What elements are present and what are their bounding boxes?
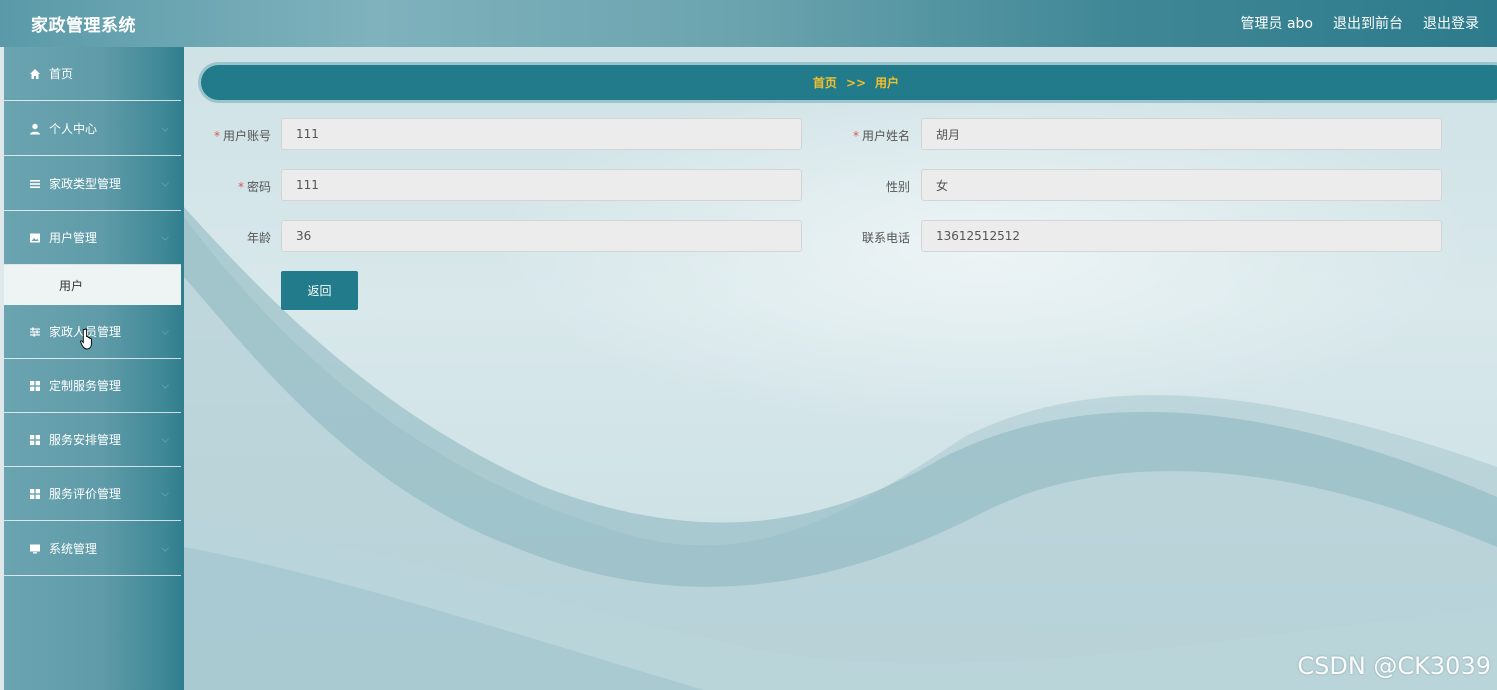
required-mark: * <box>237 180 244 194</box>
watermark: CSDN @CK3039 <box>1297 652 1491 680</box>
sidebar-item-profile[interactable]: 个人中心 ⌵ <box>4 102 181 156</box>
main-content: 首页 >> 用户 * 用户账号 111 * 用户姓名 胡月 * 密码 111 性别 女… <box>184 47 1497 690</box>
user-icon <box>28 122 41 135</box>
chevron-down-icon: ⌵ <box>161 488 169 499</box>
list-icon <box>28 177 41 190</box>
name-field[interactable]: 胡月 <box>921 118 1442 150</box>
sidebar-item-home[interactable]: 首页 <box>4 47 181 101</box>
chevron-down-icon: ⌵ <box>161 380 169 391</box>
logout-link[interactable]: 退出登录 <box>1423 13 1479 33</box>
header-actions: 管理员 abo 退出到前台 退出登录 <box>1241 13 1479 33</box>
name-label-text: 用户姓名 <box>861 129 910 143</box>
sidebar-item-service-schedule[interactable]: 服务安排管理 ⌵ <box>4 413 181 467</box>
chevron-down-icon: ⌵ <box>161 434 169 445</box>
chevron-down-icon: ⌵ <box>161 178 169 189</box>
sidebar-item-service-review[interactable]: 服务评价管理 ⌵ <box>4 467 181 521</box>
sidebar-item-label: 定制服务管理 <box>49 379 122 393</box>
image-icon <box>28 231 41 244</box>
required-mark: * <box>852 129 859 143</box>
account-field[interactable]: 111 <box>281 118 802 150</box>
sidebar-item-label: 个人中心 <box>49 122 98 136</box>
app-title: 家政管理系统 <box>31 16 136 36</box>
gender-field[interactable]: 女 <box>921 169 1442 201</box>
password-label-text: 密码 <box>246 180 271 194</box>
exit-to-front-link[interactable]: 退出到前台 <box>1333 13 1403 33</box>
mouse-cursor-icon <box>80 328 96 354</box>
sidebar-item-label: 用户管理 <box>49 231 98 245</box>
sidebar-item-service-types[interactable]: 家政类型管理 ⌵ <box>4 157 181 211</box>
grid-icon <box>28 487 41 500</box>
sliders-icon <box>28 325 41 338</box>
sidebar-item-system[interactable]: 系统管理 ⌵ <box>4 522 181 576</box>
sidebar-item-label: 家政类型管理 <box>49 177 122 191</box>
breadcrumb-home-link[interactable]: 首页 <box>813 74 837 91</box>
password-label: * 密码 <box>191 178 271 195</box>
account-label: * 用户账号 <box>191 127 271 144</box>
name-label: * 用户姓名 <box>830 127 910 144</box>
home-icon <box>28 67 41 80</box>
password-field[interactable]: 111 <box>281 169 802 201</box>
top-header: 家政管理系统 管理员 abo 退出到前台 退出登录 <box>0 0 1497 47</box>
phone-label: 联系电话 <box>861 231 910 245</box>
account-label-text: 用户账号 <box>222 129 271 143</box>
grid-icon <box>28 433 41 446</box>
chevron-down-icon: ⌵ <box>161 326 169 337</box>
sidebar-item-label: 服务安排管理 <box>49 433 122 447</box>
breadcrumb-separator: >> <box>845 75 867 90</box>
age-label: 年龄 <box>246 231 271 245</box>
chevron-down-icon: ⌵ <box>161 232 169 243</box>
sidebar-subitem-users[interactable]: 用户 <box>4 265 181 305</box>
age-field[interactable]: 36 <box>281 220 802 252</box>
grid-icon <box>28 379 41 392</box>
monitor-icon <box>28 542 41 555</box>
breadcrumb: 首页 >> 用户 <box>201 65 1497 100</box>
sidebar: 首页 个人中心 ⌵ 家政类型管理 ⌵ 用户管理 ⌵ 用户 家政人员管理 ⌵ 定制… <box>4 47 184 690</box>
chevron-down-icon: ⌵ <box>161 123 169 134</box>
chevron-down-icon: ⌵ <box>161 543 169 554</box>
sidebar-item-label: 首页 <box>49 67 74 81</box>
sidebar-item-label: 服务评价管理 <box>49 487 122 501</box>
admin-user-label: 管理员 abo <box>1240 16 1313 32</box>
required-mark: * <box>213 129 220 143</box>
sidebar-item-user-management[interactable]: 用户管理 ⌵ <box>4 211 181 265</box>
breadcrumb-current: 用户 <box>875 76 900 90</box>
back-button[interactable]: 返回 <box>281 271 358 310</box>
phone-field[interactable]: 13612512512 <box>921 220 1442 252</box>
gender-label: 性别 <box>885 180 910 194</box>
sidebar-item-label: 系统管理 <box>49 542 98 556</box>
sidebar-item-custom-service[interactable]: 定制服务管理 ⌵ <box>4 359 181 413</box>
